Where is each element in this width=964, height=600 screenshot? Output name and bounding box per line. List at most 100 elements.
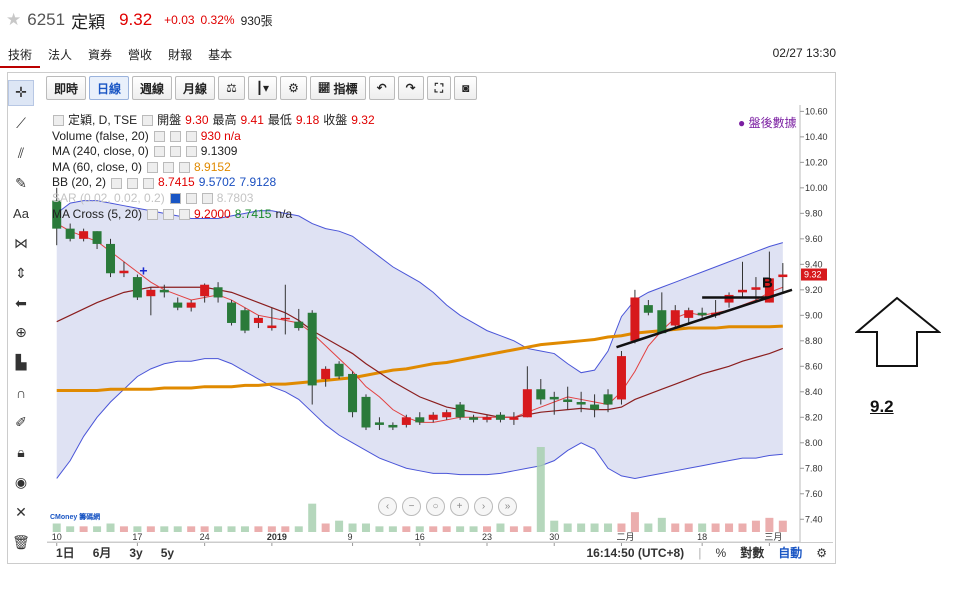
volume-bar [308,503,317,532]
percent-toggle[interactable]: % [716,546,727,560]
candle-body [778,274,788,278]
candle-body [321,368,331,380]
price-tick-label: 9.00 [805,310,823,320]
dot-icon: ● [738,116,749,130]
volume-bar [93,526,102,532]
up-arrow-drawing [855,296,941,367]
close-icon[interactable] [185,130,197,142]
candle-body [186,302,196,308]
candle-body [92,231,102,244]
volume-bar [765,517,774,532]
scroll-end-icon[interactable]: » [498,497,517,516]
auto-toggle[interactable]: 自動 [778,544,802,561]
legend-sar: SAR (0.02, 0.02, 0.2) 8.7803 [52,191,375,207]
eye-icon[interactable] [169,193,181,205]
price-tick-label: 10.20 [805,157,828,167]
candle-body [159,289,169,293]
eye-icon[interactable] [111,177,123,189]
cross-marker-icon: + [139,263,147,279]
volume-label: Volume (false, 20) [52,128,149,143]
ma240-label: MA (240, close, 0) [52,144,149,159]
after-hours-label[interactable]: ● 盤後數據 [738,114,797,131]
candle-body [240,310,250,331]
time-tick-label: 16 [415,532,425,542]
candle-body [227,302,237,323]
range-5y[interactable]: 5y [152,546,183,560]
gear-icon[interactable] [163,162,175,174]
volume-bar [402,526,411,532]
toggle-icon[interactable] [142,115,154,127]
settings-icon[interactable]: ⚙ [816,546,827,560]
candle-body [79,231,89,239]
close-icon[interactable] [143,177,155,189]
candle-body [469,417,479,420]
volume-bar [617,523,626,532]
range-6m[interactable]: 6月 [84,544,121,561]
volume-bar [429,526,438,532]
legend-bb: BB (20, 2) 8.7415 9.5702 7.9128 [52,175,375,191]
close-icon[interactable] [179,208,191,220]
candle-body [603,394,613,405]
volume-bar [214,526,223,532]
bb-lower-value: 8.7415 [158,175,195,190]
range-1d[interactable]: 1日 [47,544,84,561]
volume-bar [79,526,88,532]
gear-icon[interactable] [163,208,175,220]
eye-icon[interactable] [147,162,159,174]
close-icon[interactable] [185,146,197,158]
candle-body [737,289,747,293]
open-label: 開盤 [157,113,182,127]
scroll-right-icon[interactable]: › [474,497,493,516]
high-value: 9.41 [240,113,264,127]
price-tick-label: 10.40 [805,132,828,142]
volume-bar [684,523,693,532]
scroll-left-icon[interactable]: ‹ [378,497,397,516]
volume-bar [456,526,465,532]
volume-bar [550,520,559,532]
close-icon[interactable] [201,193,213,205]
gear-icon[interactable] [169,146,181,158]
macross-c-value: n/a [275,206,293,221]
eye-icon[interactable] [153,130,165,142]
volume-value: 930 n/a [200,128,241,143]
candle-body [106,243,116,274]
reset-icon[interactable]: ○ [426,497,445,516]
candle-body [334,363,344,377]
gear-icon[interactable] [185,193,197,205]
volume-bar [187,526,196,532]
volume-bar [294,526,303,532]
collapse-icon[interactable] [53,115,64,127]
gear-icon[interactable] [127,177,139,189]
volume-bar [388,526,397,532]
candle-body [455,404,465,418]
candle-body [590,404,600,410]
candle-body [616,356,626,400]
candle-body [697,312,707,316]
zoom-controls: ‹ − ○ + › » [378,497,517,516]
candle-body [495,414,505,420]
price-tick-label: 9.20 [805,285,823,295]
volume-bar [361,523,370,532]
eye-icon[interactable] [147,208,159,220]
time-tick-label: 24 [200,532,210,542]
candle-body [415,417,425,423]
log-toggle[interactable]: 對數 [740,544,764,561]
last-price-label: 9.32 [804,270,822,280]
volume-bar [52,523,61,532]
candle-body [213,287,223,298]
zoom-out-icon[interactable]: − [402,497,421,516]
candle-body [119,270,129,274]
candle-body [132,277,142,298]
volume-bar [604,523,613,532]
close-icon[interactable] [179,162,191,174]
gear-icon[interactable] [169,130,181,142]
ma60-label: MA (60, close, 0) [52,159,143,174]
price-tick-label: 8.80 [805,336,823,346]
eye-icon[interactable] [153,146,165,158]
range-3y[interactable]: 3y [120,546,151,560]
volume-bar [536,447,545,532]
price-tick-label: 8.40 [805,387,823,397]
volume-bar [590,523,599,532]
volume-bar [698,523,707,532]
zoom-in-icon[interactable]: + [450,497,469,516]
